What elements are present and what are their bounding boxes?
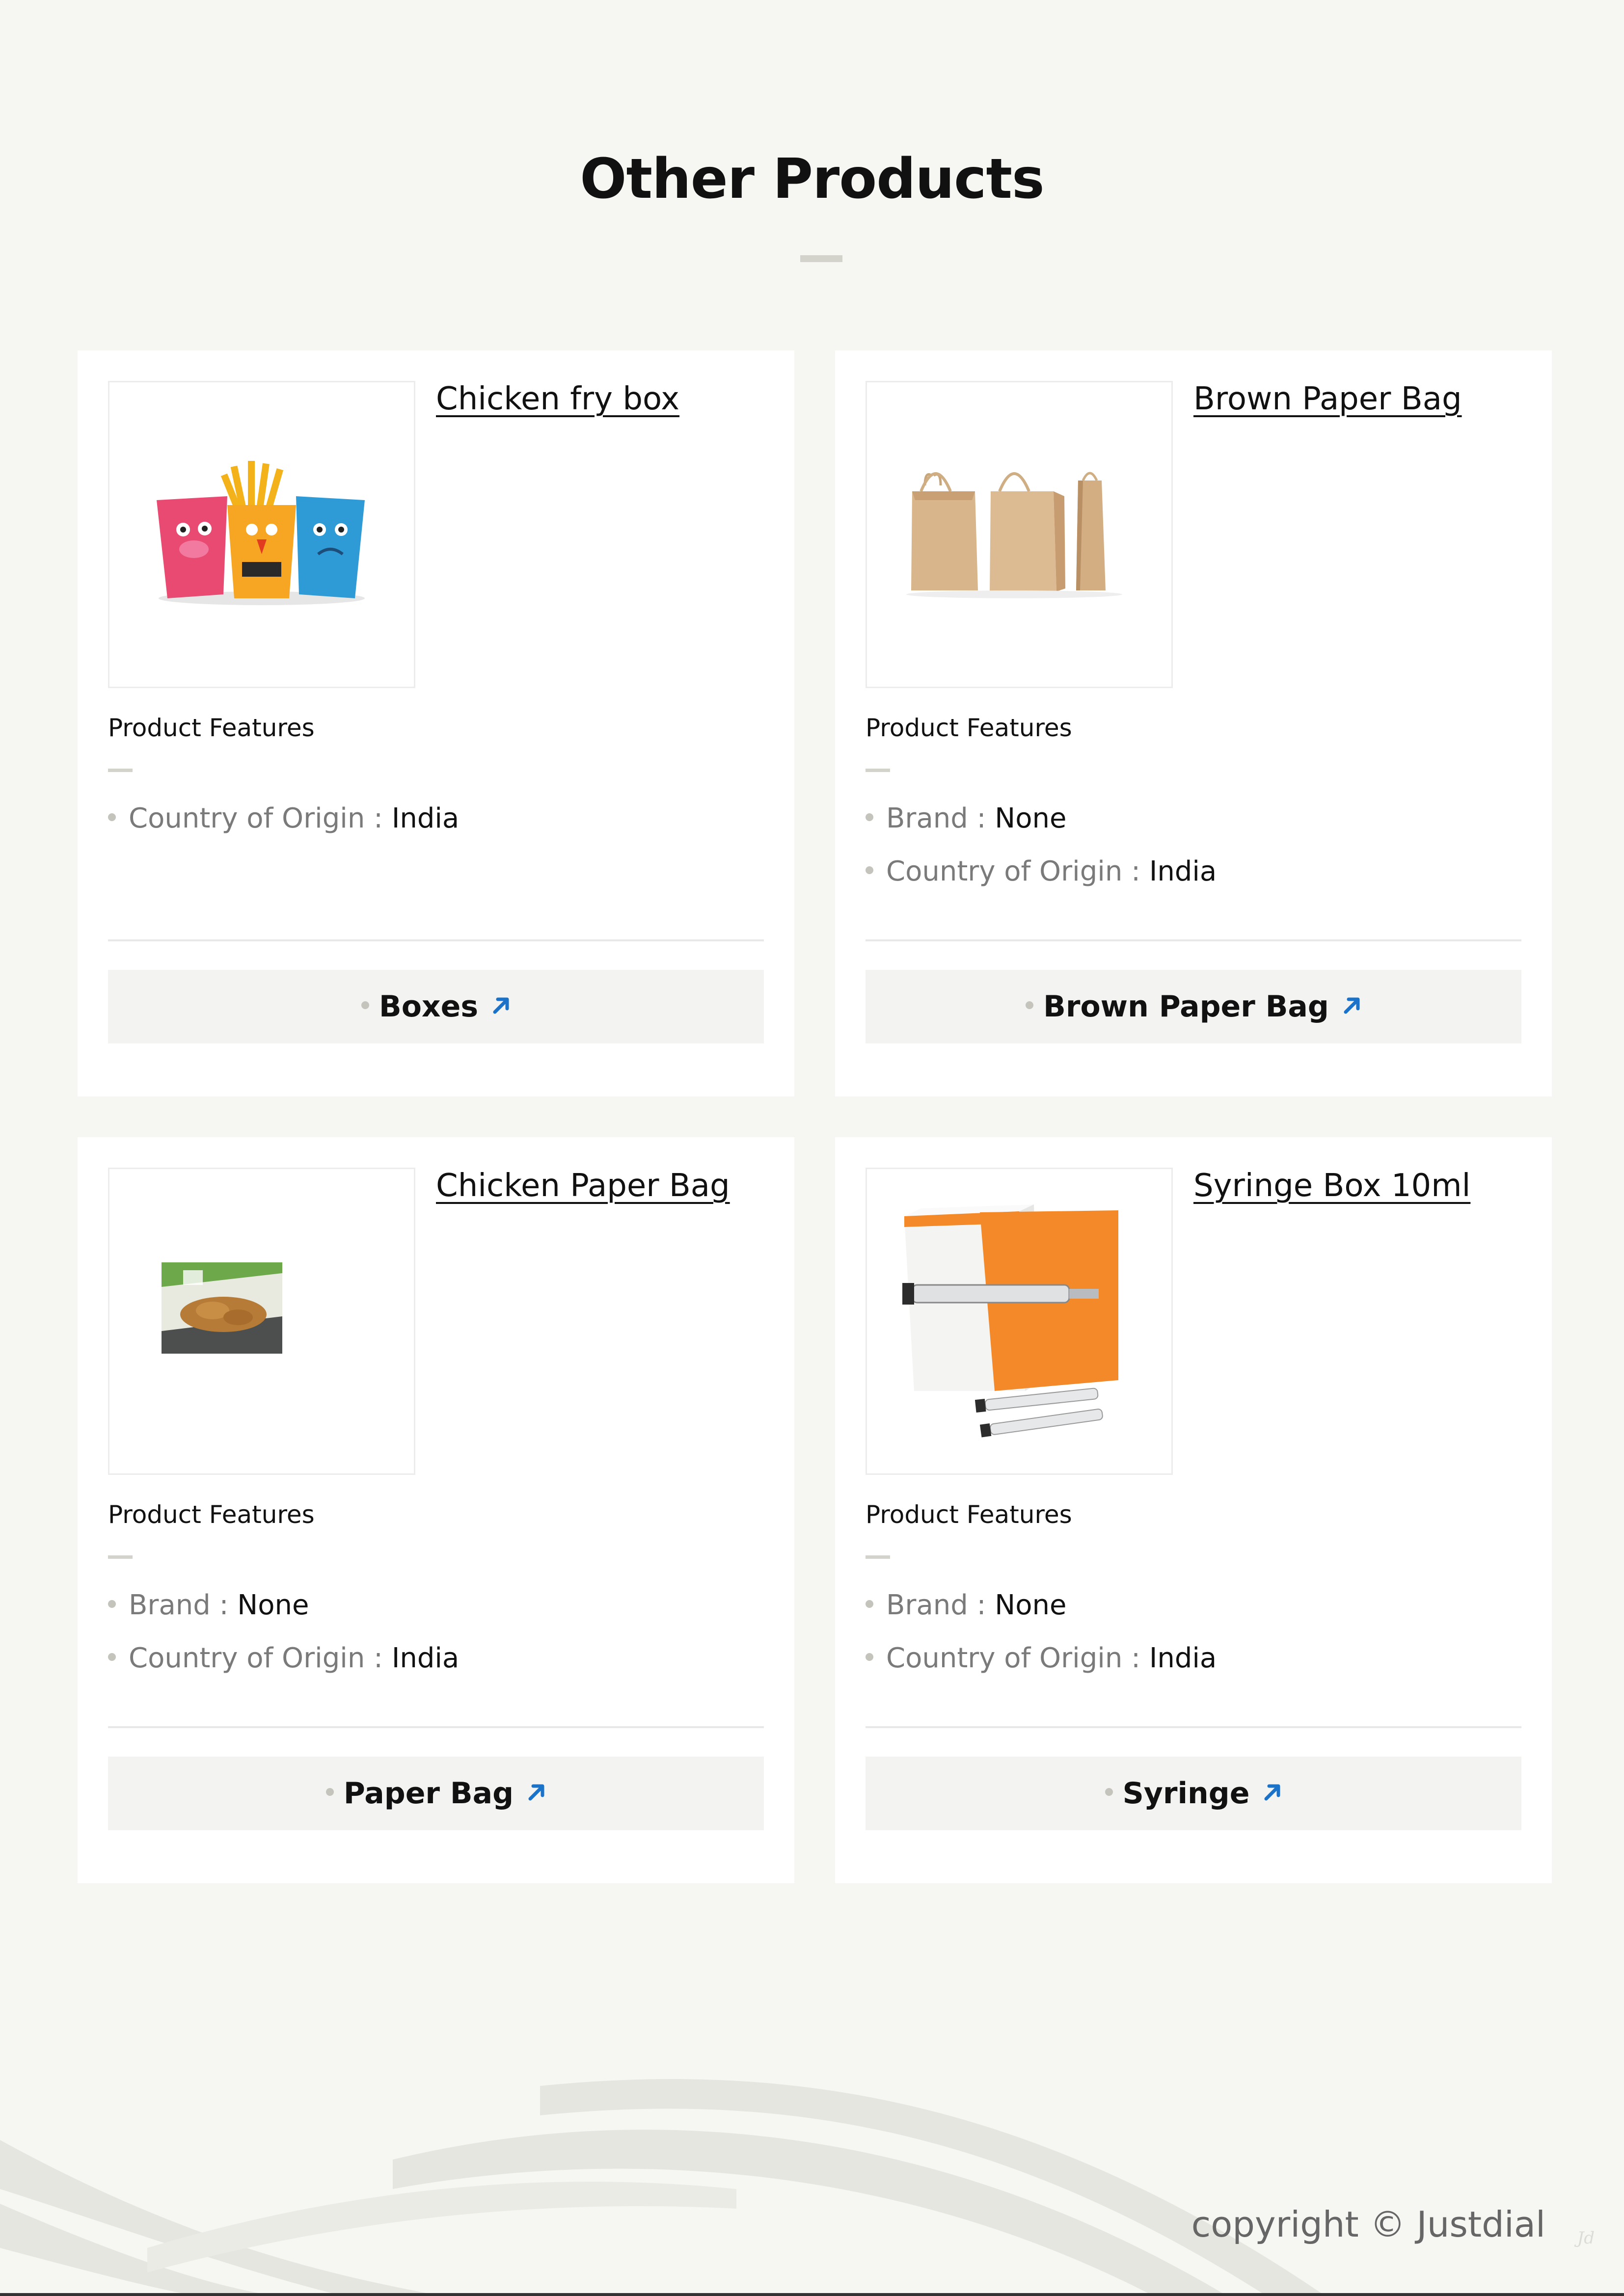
category-label: Boxes	[379, 989, 479, 1024]
justdial-logo: Jd	[1577, 2228, 1595, 2248]
bullet-icon	[325, 1788, 334, 1796]
feature-key: Brand	[129, 1589, 211, 1621]
feature-value: India	[1149, 1642, 1217, 1674]
product-image[interactable]	[108, 381, 415, 688]
chicken-paper-bag-icon	[162, 1262, 282, 1354]
category-label: Syringe	[1122, 1776, 1250, 1811]
feature-separator: :	[374, 1642, 383, 1674]
product-title-link[interactable]: Syringe Box 10ml	[1193, 1168, 1470, 1204]
section-title-underline	[800, 255, 842, 262]
feature-list: Brand : None Country of Origin : India	[866, 1579, 1217, 1685]
card-divider	[108, 939, 764, 941]
bullet-icon	[108, 1600, 116, 1608]
feature-item: Country of Origin : India	[108, 792, 459, 845]
arrow-up-right-icon	[493, 997, 509, 1014]
feature-list: Brand : None Country of Origin : India	[108, 1579, 459, 1685]
arrow-up-right-icon	[528, 1784, 544, 1801]
features-heading: Product Features	[866, 714, 1072, 742]
feature-item: Brand : None	[108, 1579, 459, 1632]
product-card: Chicken fry box Product Features Country…	[78, 350, 794, 1096]
copyright-text: copyright © Justdial	[1191, 2204, 1545, 2245]
feature-key: Country of Origin	[886, 855, 1123, 887]
bullet-icon	[866, 1600, 873, 1608]
features-divider	[108, 769, 133, 772]
features-divider	[866, 769, 890, 772]
feature-key: Country of Origin	[129, 802, 365, 834]
product-card: Brown Paper Bag Product Features Brand :…	[835, 350, 1552, 1096]
arrow-up-right-icon	[1344, 997, 1360, 1014]
bullet-icon	[108, 813, 116, 821]
feature-value: India	[391, 1642, 460, 1674]
feature-item: Brand : None	[866, 792, 1217, 845]
feature-separator: :	[1131, 855, 1140, 887]
feature-value: None	[995, 1589, 1067, 1621]
features-heading: Product Features	[108, 714, 315, 742]
feature-item: Country of Origin : India	[108, 1632, 459, 1685]
feature-key: Country of Origin	[886, 1642, 1123, 1674]
feature-key: Brand	[886, 1589, 968, 1621]
category-link-button[interactable]: Brown Paper Bag	[866, 970, 1521, 1043]
features-divider	[108, 1555, 133, 1559]
features-divider	[866, 1555, 890, 1559]
card-divider	[866, 1726, 1521, 1728]
product-card: Syringe Box 10ml Product Features Brand …	[835, 1137, 1552, 1883]
bullet-icon	[866, 1653, 873, 1661]
feature-key: Brand	[886, 802, 968, 834]
feature-list: Brand : None Country of Origin : India	[866, 792, 1217, 898]
product-title-link[interactable]: Chicken fry box	[436, 381, 679, 417]
product-image[interactable]	[866, 1168, 1173, 1475]
bullet-icon	[866, 813, 873, 821]
card-divider	[108, 1726, 764, 1728]
category-link-button[interactable]: Paper Bag	[108, 1757, 764, 1830]
category-link-button[interactable]: Boxes	[108, 970, 764, 1043]
brown-paper-bag-icon	[906, 472, 1122, 598]
feature-separator: :	[976, 802, 986, 834]
arrow-up-right-icon	[1264, 1784, 1280, 1801]
page-bottom-border	[0, 2293, 1624, 2296]
chicken-fry-box-icon	[157, 461, 365, 605]
bullet-icon	[1105, 1788, 1113, 1796]
syringe-box-icon	[902, 1204, 1118, 1438]
product-title-link[interactable]: Brown Paper Bag	[1193, 381, 1462, 417]
feature-value: None	[995, 802, 1067, 834]
feature-item: Brand : None	[866, 1579, 1217, 1632]
category-link-button[interactable]: Syringe	[866, 1757, 1521, 1830]
bullet-icon	[108, 1653, 116, 1661]
product-image[interactable]	[866, 381, 1173, 688]
feature-separator: :	[374, 802, 383, 834]
bullet-icon	[866, 866, 873, 874]
bullet-icon	[361, 1001, 369, 1010]
category-label: Paper Bag	[343, 1776, 514, 1811]
feature-value: None	[237, 1589, 309, 1621]
section-title: Other Products	[580, 147, 1044, 211]
feature-separator: :	[976, 1589, 986, 1621]
features-heading: Product Features	[866, 1500, 1072, 1529]
feature-separator: :	[219, 1589, 229, 1621]
product-card: Chicken Paper Bag Product Features Brand…	[78, 1137, 794, 1883]
footer-wave-decoration	[0, 2079, 1326, 2296]
feature-value: India	[391, 802, 460, 834]
feature-key: Country of Origin	[129, 1642, 365, 1674]
bullet-icon	[1026, 1001, 1034, 1010]
feature-item: Country of Origin : India	[866, 845, 1217, 898]
feature-separator: :	[1131, 1642, 1140, 1674]
feature-list: Country of Origin : India	[108, 792, 459, 845]
product-title-link[interactable]: Chicken Paper Bag	[436, 1168, 730, 1204]
category-label: Brown Paper Bag	[1043, 989, 1329, 1024]
feature-item: Country of Origin : India	[866, 1632, 1217, 1685]
feature-value: India	[1149, 855, 1217, 887]
product-image[interactable]	[108, 1168, 415, 1475]
card-divider	[866, 939, 1521, 941]
features-heading: Product Features	[108, 1500, 315, 1529]
